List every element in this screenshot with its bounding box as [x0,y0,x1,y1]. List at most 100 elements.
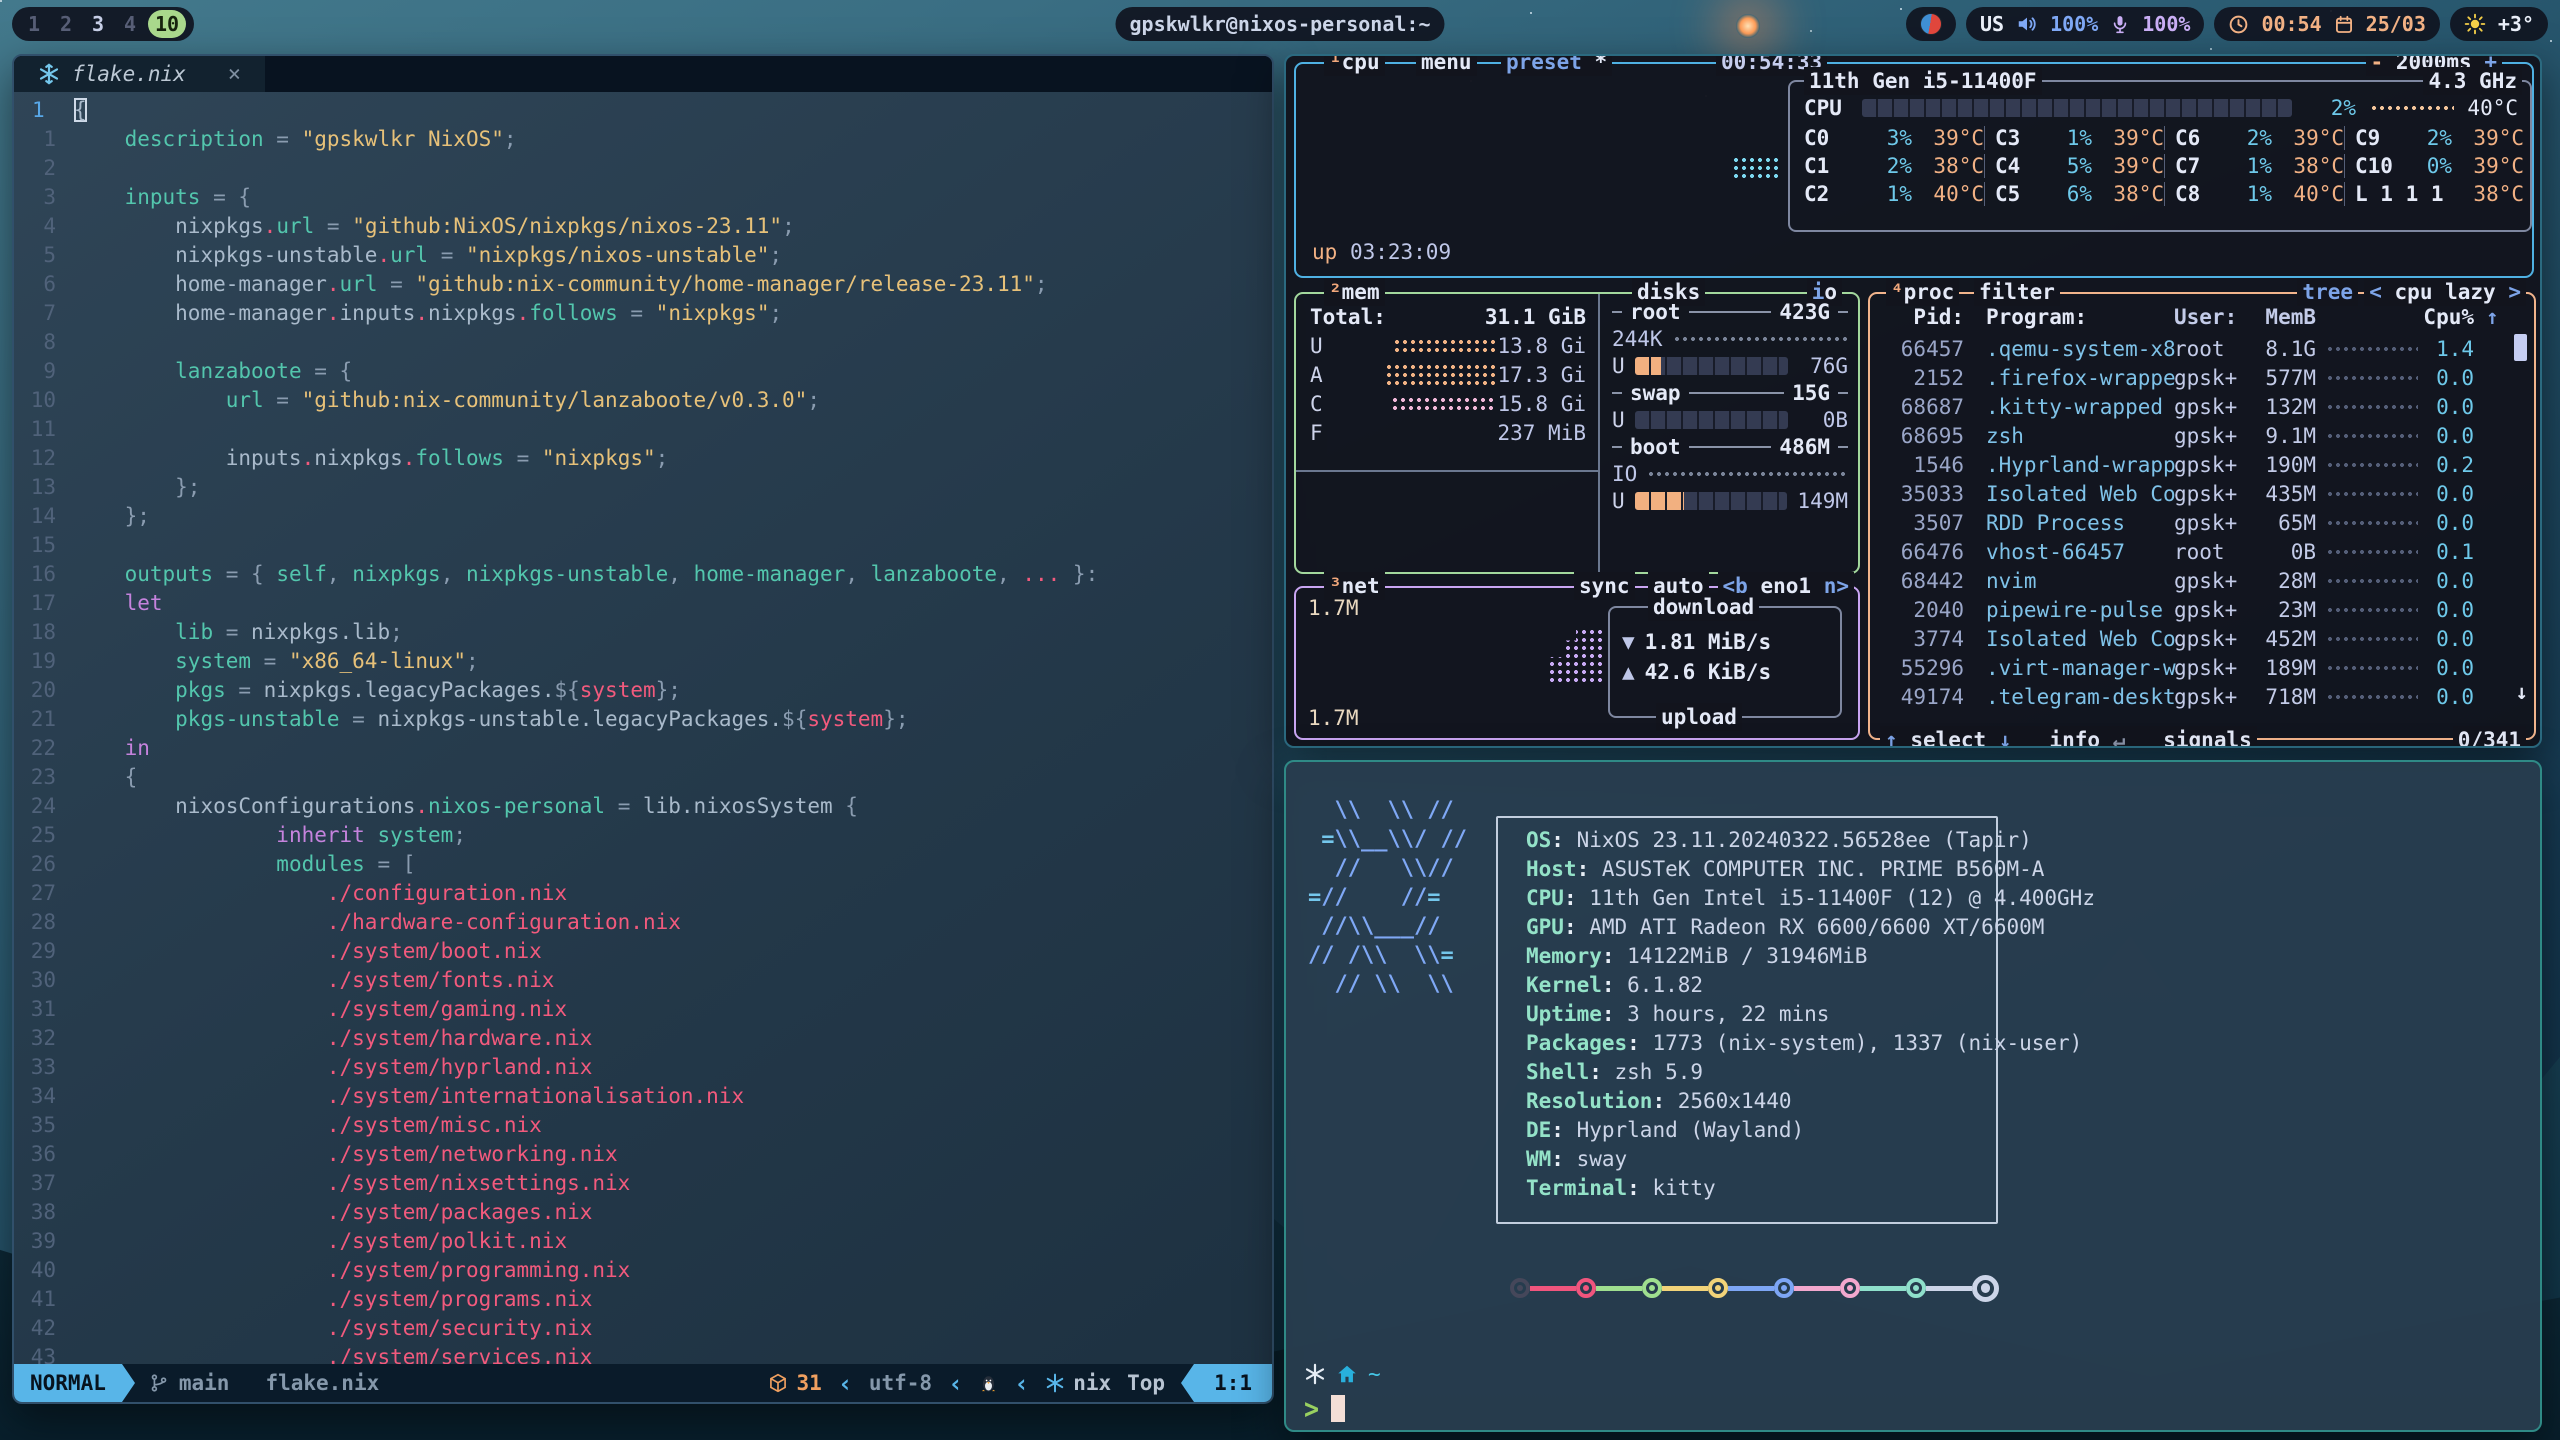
cpu-temp-dots [2370,104,2454,112]
tab-flake-nix[interactable]: flake.nix × [14,56,265,92]
process-row[interactable]: 49174.telegram-desktgpsk+718M0.0 [1884,682,2500,711]
sort-direction-icon: ↑ [2486,305,2499,329]
logo-line: //\\___// [1308,912,1467,941]
upload-rate: 42.6 KiB/s [1645,660,1771,684]
col-program[interactable]: Program: [1964,305,2174,329]
code-line: 13 }; [14,473,1272,502]
code-line: 9 lanzaboote = { [14,357,1272,386]
workspace-10[interactable]: 10 [148,10,186,38]
process-row[interactable]: 68695zshgpsk+9.1M0.0 [1884,421,2500,450]
volume-value[interactable]: 100% [2050,12,2098,36]
code-line: 14 }; [14,502,1272,531]
download-label: download [1648,593,1759,621]
code-line: 35 ./system/misc.nix [14,1111,1272,1140]
line-number: 14 [14,502,74,531]
palette-color-6 [1840,1278,1860,1298]
window-title-module[interactable]: gpskwlkr@nixos-personal:~ [1115,7,1444,41]
process-row[interactable]: 55296.virt-manager-wgpsk+189M0.0 [1884,653,2500,682]
core-row: C12%38°CC45%39°CC71%38°CC100%39°C [1804,152,2520,180]
code-line: 38 ./system/packages.nix [14,1198,1272,1227]
calendar-icon [2334,14,2354,35]
col-memb[interactable]: MemB [2254,305,2316,329]
line-number: 26 [14,850,74,879]
date-value[interactable]: 25/03 [2366,12,2426,36]
proc-footer-controls[interactable]: ↑ select ↓ info ↵ signals [1880,726,2257,748]
line-number: 3 [14,183,74,212]
diagnostics-segment: 31 [768,1371,821,1395]
chevron-left-icon: ‹ [1014,1369,1029,1398]
code-line: 11 [14,415,1272,444]
process-row[interactable]: 66457.qemu-system-x8root8.1G1.4 [1884,334,2500,363]
code-line: 1 description = "gpskwlkr NixOS"; [14,125,1272,154]
code-line: 26 modules = [ [14,850,1272,879]
code-line: 15 [14,531,1272,560]
process-list[interactable]: 66457.qemu-system-x8root8.1G1.42152.fire… [1884,334,2500,711]
home-icon [1336,1363,1358,1385]
mic-volume-value[interactable]: 100% [2142,12,2190,36]
clock-module[interactable]: 00:54 25/03 [2214,7,2439,41]
editor-buffer[interactable]: 1{1 description = "gpskwlkr NixOS";23 in… [14,92,1272,1364]
net-graph-dots [1548,620,1602,684]
chevron-left-icon: ‹ [948,1369,963,1398]
net-rates-panel: download ▼1.81 MiB/s ▲42.6 KiB/s upload [1608,606,1842,718]
logo-line: // \\ \\ [1308,970,1467,999]
proc-mem-dots [2326,345,2418,353]
nixos-ascii-logo: \\ \\ // =\\__\\/ // // \\//=// //= //\\… [1308,796,1467,999]
process-row[interactable]: 66476vhost-66457root0B0.1 [1884,537,2500,566]
fetch-info-line: Kernel: 6.1.82 [1526,971,2095,1000]
audio-module[interactable]: US 100% 100% [1966,7,2204,41]
line-number: 32 [14,1024,74,1053]
palette-segment [1530,1286,1576,1291]
palette-segment [1926,1286,1972,1291]
col-cpu[interactable]: Cpu% [2418,305,2474,329]
line-number: 31 [14,995,74,1024]
cpu-box-title[interactable]: ¹cpu [1324,54,1385,76]
tray-app-icon[interactable] [1920,13,1942,35]
process-row[interactable]: 1546.Hyprland-wrappgpsk+190M0.2 [1884,450,2500,479]
temperature-value[interactable]: +3° [2498,12,2534,36]
time-value[interactable]: 00:54 [2261,12,2321,36]
line-number: 6 [14,270,74,299]
workspace-4[interactable]: 4 [116,12,144,36]
scroll-down-icon[interactable]: ↓ [2515,680,2528,704]
palette-color-3 [1642,1278,1662,1298]
tray-module[interactable] [1906,7,1956,41]
process-row[interactable]: 3507RDD Processgpsk+65M0.0 [1884,508,2500,537]
net-sync-toggle[interactable]: sync [1574,572,1635,600]
code-line: 3 inputs = { [14,183,1272,212]
code-line: 24 nixosConfigurations.nixos-personal = … [14,792,1272,821]
prompt-input-line[interactable]: > [1304,1394,1345,1423]
close-icon[interactable]: × [228,62,241,87]
col-pid[interactable]: Pid: [1884,305,1964,329]
workspace-2[interactable]: 2 [52,12,80,36]
process-row[interactable]: 2040pipewire-pulsegpsk+23M0.0 [1884,595,2500,624]
keyboard-layout[interactable]: US [1980,12,2004,36]
code-line: 34 ./system/internationalisation.nix [14,1082,1272,1111]
process-row[interactable]: 68687.kitty-wrappedgpsk+132M0.0 [1884,392,2500,421]
palette-color-7 [1906,1278,1926,1298]
process-row[interactable]: 35033Isolated Web Cogpsk+435M0.0 [1884,479,2500,508]
disk-row: U0B [1612,406,1848,433]
cursor-position: 1:1 [1194,1364,1272,1402]
code-line: 4 nixpkgs.url = "github:NixOS/nixpkgs/ni… [14,212,1272,241]
palette-color-4 [1708,1278,1728,1298]
line-number: 10 [14,386,74,415]
fetch-info-line: CPU: 11th Gen Intel i5-11400F (12) @ 4.4… [1526,884,2095,913]
code-line: 40 ./system/programming.nix [14,1256,1272,1285]
preset-button[interactable]: preset * [1501,54,1612,76]
git-branch: main [179,1371,230,1395]
workspace-3[interactable]: 3 [84,12,112,36]
terminal-cursor [1331,1395,1345,1422]
statusline: NORMAL main flake.nix 31 ‹ utf-8 ‹ ‹ [14,1364,1272,1402]
proc-scrollbar[interactable] [2514,334,2527,361]
process-row[interactable]: 68442nvimgpsk+28M0.0 [1884,566,2500,595]
mem-divider [1296,470,1598,472]
process-row[interactable]: 2152.firefox-wrappegpsk+577M0.0 [1884,363,2500,392]
menu-button[interactable]: menu [1416,54,1477,76]
col-user[interactable]: User: [2174,305,2254,329]
logo-line: =\\__\\/ // [1308,825,1467,854]
process-row[interactable]: 3774Isolated Web Cogpsk+452M0.0 [1884,624,2500,653]
line-number: 5 [14,241,74,270]
workspace-1[interactable]: 1 [20,12,48,36]
weather-module[interactable]: +3° [2450,7,2548,41]
